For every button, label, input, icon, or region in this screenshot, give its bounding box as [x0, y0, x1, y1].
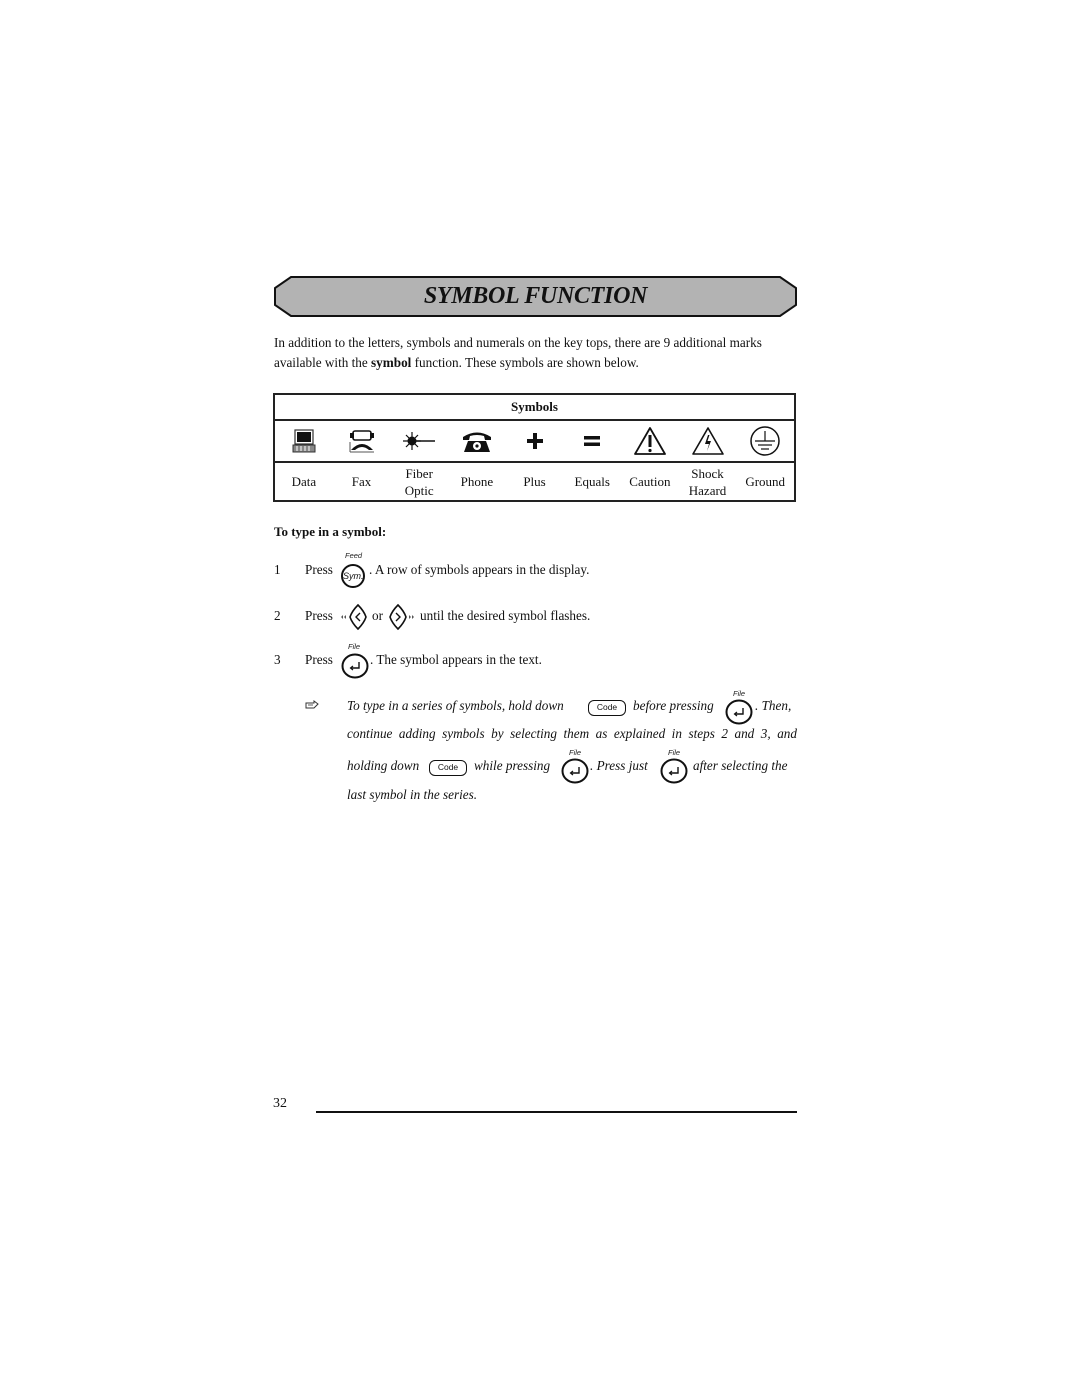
symbol-label-data: Data	[275, 463, 333, 500]
note-line-3d: after selecting the	[693, 758, 788, 773]
symbol-label-fax: Fax	[333, 463, 391, 500]
page-number: 32	[273, 1096, 287, 1111]
sym-key: Sym.	[341, 564, 365, 588]
enter-key-icon	[561, 758, 589, 784]
shock-hazard-icon	[691, 427, 724, 455]
equals-icon	[584, 436, 601, 446]
page-title: SYMBOL FUNCTION	[423, 283, 648, 309]
symbol-label-shock-hazard: Shock Hazard	[679, 463, 737, 500]
symbol-cell-plus	[506, 421, 564, 461]
symbol-label-line: Optic	[404, 482, 434, 498]
step-2-number: 2	[274, 608, 281, 623]
file-key-caption: File	[348, 642, 361, 651]
step-3-press: Press	[305, 652, 333, 667]
note-line-3b: while pressing	[474, 758, 551, 773]
symbol-cell-shock-hazard	[679, 421, 737, 461]
symbol-cell-fax	[333, 421, 391, 461]
ground-icon	[750, 426, 780, 456]
left-arrow-key-icon	[341, 603, 367, 631]
feed-key-caption: Feed	[345, 551, 363, 560]
note-line-3a: holding down	[347, 758, 420, 773]
step-3-number: 3	[274, 652, 281, 667]
enter-key-icon	[660, 758, 688, 784]
symbols-table: Symbols Data Fax Fiber Optic Phone Plus …	[273, 393, 796, 502]
file-key-caption: File	[668, 748, 681, 757]
code-key: Code	[588, 700, 626, 716]
note-line-3c: . Press just	[590, 758, 648, 773]
phone-icon	[462, 432, 491, 452]
pointing-hand-icon	[305, 700, 319, 709]
title-banner: SYMBOL FUNCTION	[273, 276, 798, 317]
symbol-label-ground: Ground	[736, 463, 794, 500]
step-1-text: . A row of symbols appears in the displa…	[369, 562, 590, 577]
enter-key-icon	[725, 699, 753, 725]
step-1-press: Press	[305, 562, 333, 577]
intro-text-2: function. These symbols are shown below.	[411, 355, 639, 370]
symbol-label-line: Equals	[574, 474, 610, 489]
step-2-text: until the desired symbol flashes.	[420, 608, 591, 623]
symbol-cell-ground	[736, 421, 794, 461]
symbol-cell-equals	[563, 421, 621, 461]
step-3-text: . The symbol appears in the text.	[370, 652, 542, 667]
fiber-optic-icon	[403, 432, 436, 450]
note-line-1c: . Then,	[755, 698, 792, 713]
symbol-label-line: Fiber	[405, 465, 433, 481]
symbol-label-fiber-optic: Fiber Optic	[390, 463, 448, 500]
caution-icon	[633, 427, 666, 455]
file-key-caption: File	[733, 689, 746, 698]
code-key: Code	[429, 760, 467, 776]
right-arrow-key-icon	[389, 603, 414, 631]
fax-icon	[349, 430, 374, 453]
symbol-cell-phone	[448, 421, 506, 461]
symbols-label-row: Data Fax Fiber Optic Phone Plus Equals Ca…	[275, 463, 794, 500]
symbol-label-equals: Equals	[563, 463, 621, 500]
symbol-label-line: Caution	[629, 474, 671, 489]
symbol-cell-caution	[621, 421, 679, 461]
symbol-cell-fiber-optic	[390, 421, 448, 461]
file-key-caption: File	[569, 748, 582, 757]
note-line-4: last symbol in the series.	[347, 787, 478, 802]
step-2-or: or	[372, 608, 383, 623]
step-2-press: Press	[305, 608, 333, 623]
symbol-label-phone: Phone	[448, 463, 506, 500]
data-icon	[292, 429, 316, 453]
symbol-label-line: Plus	[523, 474, 546, 489]
symbols-table-header: Symbols	[275, 395, 794, 421]
symbol-cell-data	[275, 421, 333, 461]
symbols-icon-row	[275, 421, 794, 463]
sym-key-label: Sym.	[343, 571, 364, 581]
symbol-label-line: Fax	[351, 474, 372, 489]
symbol-label-line: Data	[291, 474, 317, 489]
symbol-label-line: Hazard	[688, 482, 727, 498]
note-line-1b: before pressing	[633, 698, 714, 713]
plus-icon	[526, 433, 543, 449]
intro-bold-word: symbol	[371, 355, 412, 370]
intro-paragraph: In addition to the letters, symbols and …	[274, 333, 800, 373]
howto-heading: To type in a symbol:	[274, 524, 387, 539]
symbol-label-caution: Caution	[621, 463, 679, 500]
enter-key-icon	[341, 653, 369, 679]
note-line-1a: To type in a series of symbols, hold dow…	[347, 698, 564, 713]
symbol-label-line: Phone	[460, 474, 494, 489]
footer-rule	[316, 1111, 797, 1113]
symbol-label-line: Ground	[745, 474, 786, 489]
note-line-2: continue adding symbols by selecting the…	[347, 726, 797, 741]
symbol-label-line: Shock	[691, 465, 724, 481]
symbol-label-plus: Plus	[506, 463, 564, 500]
step-1-number: 1	[274, 562, 281, 577]
